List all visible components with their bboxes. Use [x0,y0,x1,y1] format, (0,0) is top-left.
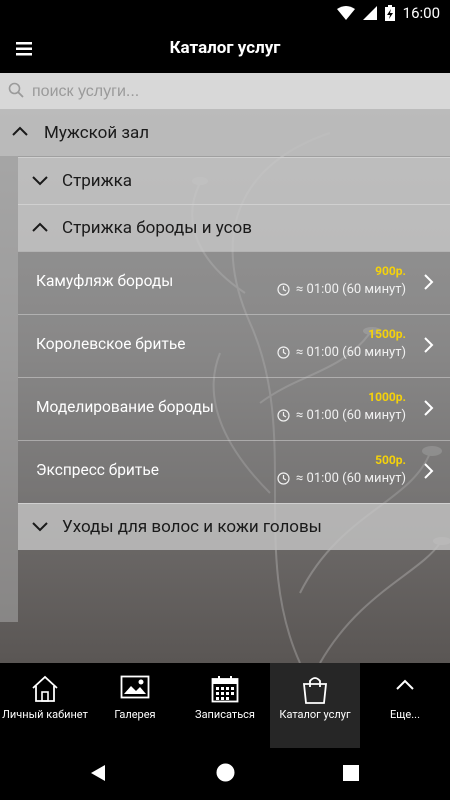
recents-icon[interactable] [343,765,359,785]
search-bar[interactable] [0,73,450,110]
chevron-up-icon [32,222,48,232]
signal-icon [362,6,377,20]
nav-personal-account[interactable]: Личный кабинет [0,663,90,748]
clock-icon [277,409,290,422]
chevron-right-icon[interactable] [424,400,434,416]
subcategory-hair-care[interactable]: Уходы для волос и кожи головы [18,503,450,550]
service-item[interactable]: Камуфляж бороды 900р. ≈ 01:00 (60 минут) [18,251,450,314]
service-duration-row: ≈ 01:00 (60 минут) [277,345,406,360]
nav-label: Еще... [390,708,420,721]
search-icon [8,82,24,98]
status-bar: 16:00 [0,0,450,25]
chevron-right-icon[interactable] [424,463,434,479]
service-price: 1500р. [368,327,406,341]
back-icon[interactable] [90,764,106,786]
home-button-icon[interactable] [216,763,235,786]
status-time: 16:00 [402,4,440,22]
search-input[interactable] [30,77,434,107]
bottom-navigation: Личный кабинет Галерея Записаться Катало… [0,663,450,748]
service-duration: ≈ 01:00 (60 минут) [295,408,406,423]
service-name: Камуфляж бороды [36,272,174,290]
service-duration: ≈ 01:00 (60 минут) [295,471,406,486]
nav-service-catalog[interactable]: Каталог услуг [270,663,360,748]
app-bar: Каталог услуг [0,25,450,73]
system-navigation-bar [0,748,450,800]
gallery-icon [120,675,150,699]
wifi-icon [336,6,355,20]
battery-charging-icon [384,5,395,21]
indent-strip [0,156,18,622]
subcategory-label: Стрижка [62,171,133,191]
service-price: 1000р. [368,390,406,404]
service-price: 500р. [375,453,406,467]
home-icon [32,675,58,702]
clock-icon [277,283,290,296]
service-duration-row: ≈ 01:00 (60 минут) [277,282,406,297]
nav-book[interactable]: Записаться [180,663,270,748]
calendar-icon [211,676,239,703]
service-duration-row: ≈ 01:00 (60 минут) [277,408,406,423]
chevron-right-icon[interactable] [424,337,434,353]
category-label: Мужской зал [44,123,150,143]
clock-icon [277,472,290,485]
chevron-up-icon [12,126,28,136]
service-name: Моделирование бороды [36,398,214,416]
nav-label: Каталог услуг [279,708,351,721]
service-duration: ≈ 01:00 (60 минут) [295,345,406,360]
nav-label: Галерея [114,708,156,721]
chevron-right-icon[interactable] [424,274,434,290]
nav-gallery[interactable]: Галерея [90,663,180,748]
chevron-down-icon [32,176,48,186]
service-duration: ≈ 01:00 (60 минут) [295,282,406,297]
category-mens-hall[interactable]: Мужской зал [0,110,450,156]
subcategory-beard[interactable]: Стрижка бороды и усов [18,204,450,251]
subcategory-label: Стрижка бороды и усов [62,218,252,238]
nav-label: Личный кабинет [2,708,88,721]
service-name: Экспресс бритье [36,461,159,479]
subcategory-haircut[interactable]: Стрижка [18,157,450,204]
clock-icon [277,346,290,359]
page-title: Каталог услуг [169,38,281,58]
nav-label: Записаться [195,708,255,721]
chevron-down-icon [32,522,48,532]
service-duration-row: ≈ 01:00 (60 минут) [277,471,406,486]
service-price: 900р. [375,264,406,278]
service-name: Королевское бритье [36,335,186,353]
service-item[interactable]: Королевское бритье 1500р. ≈ 01:00 (60 ми… [18,314,450,377]
chevron-up-icon [396,679,414,690]
nav-more[interactable]: Еще... [360,663,450,748]
shopping-bag-icon [303,677,327,704]
subcategory-label: Уходы для волос и кожи головы [62,517,322,537]
catalog-content[interactable]: Мужской зал Стрижка Стрижка бороды и усо… [0,73,450,663]
service-item[interactable]: Экспресс бритье 500р. ≈ 01:00 (60 минут) [18,440,450,503]
service-item[interactable]: Моделирование бороды 1000р. ≈ 01:00 (60 … [18,377,450,440]
